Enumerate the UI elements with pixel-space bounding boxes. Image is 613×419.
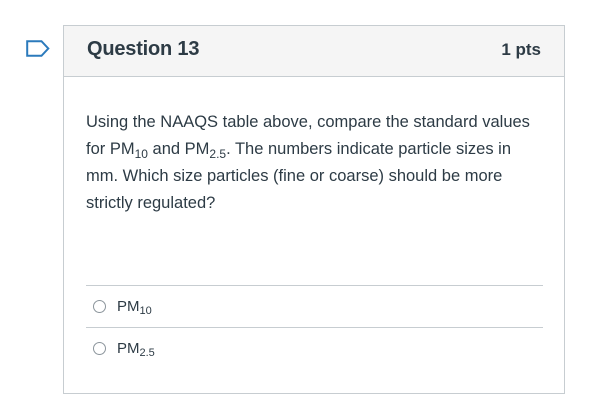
answer-option-pm25[interactable]: PM2.5 <box>86 327 543 369</box>
question-title: Question 13 <box>87 38 200 60</box>
question-text-part: and PM <box>147 140 210 158</box>
answer-list: PM10 PM2.5 <box>86 285 543 369</box>
answer-label-subscript: 10 <box>139 305 152 317</box>
question-text: Using the NAAQS table above, compare the… <box>86 109 546 217</box>
answer-label-subscript: 2.5 <box>139 347 155 359</box>
question-points: 1 pts <box>501 40 541 59</box>
radio-button[interactable] <box>93 300 106 313</box>
bookmark-flag-icon[interactable] <box>26 40 50 57</box>
answer-label[interactable]: PM2.5 <box>117 340 155 359</box>
question-text-subscript: 2.5 <box>209 147 227 161</box>
question-text-subscript: 10 <box>134 147 148 161</box>
answer-option-pm10[interactable]: PM10 <box>86 285 543 327</box>
radio-button[interactable] <box>93 342 106 355</box>
question-header: Question 13 1 pts <box>64 26 564 77</box>
question-card: Question 13 1 pts Using the NAAQS table … <box>63 25 565 394</box>
answer-label[interactable]: PM10 <box>117 298 152 317</box>
answer-label-base: PM <box>117 298 140 315</box>
answer-label-base: PM <box>117 340 140 357</box>
